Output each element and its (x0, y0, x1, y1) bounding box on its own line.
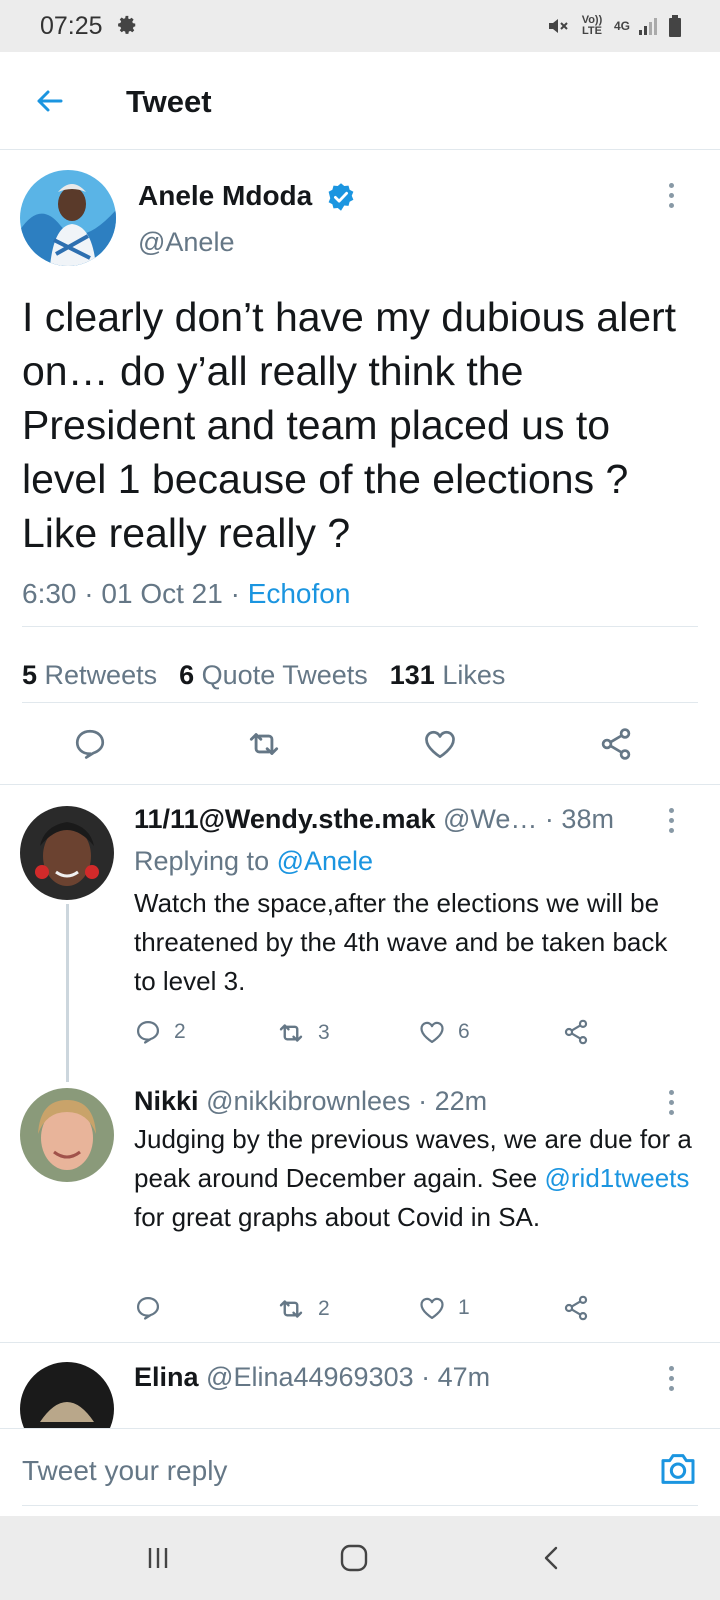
share-icon (564, 1295, 588, 1321)
app-header: Tweet (0, 52, 720, 150)
retweet-icon (279, 1024, 303, 1042)
reply-header: Elina @Elina44969303 · 47m (134, 1362, 491, 1392)
system-nav-bar (0, 1516, 720, 1600)
reply-time: 47m (437, 1362, 491, 1392)
retweet-button[interactable]: 2 (276, 1294, 330, 1324)
status-icons: Vo)) LTE 4G (546, 12, 682, 40)
page-title: Tweet (126, 84, 212, 119)
reply-text: Judging by the previous waves, we are du… (134, 1124, 692, 1232)
reply-button[interactable] (68, 722, 112, 766)
avatar[interactable] (20, 806, 114, 900)
mention-link[interactable]: @rid1tweets (545, 1163, 690, 1193)
reply-author-name[interactable]: Elina (134, 1362, 199, 1392)
avatar[interactable] (20, 170, 116, 266)
tweet-date: 01 Oct 21 (101, 578, 223, 609)
more-options-icon[interactable] (666, 1090, 676, 1115)
replying-to-link[interactable]: @Anele (277, 846, 373, 876)
battery-icon (669, 15, 681, 37)
verified-badge-icon (328, 183, 354, 211)
avatar[interactable] (20, 1088, 114, 1182)
comment-icon (136, 1296, 160, 1320)
divider (0, 1342, 720, 1343)
divider (22, 1505, 698, 1506)
recent-apps-icon (148, 1548, 168, 1568)
tweet-meta: 6:30 · 01 Oct 21 · Echofon (22, 578, 351, 609)
reply-author-handle[interactable]: @We… (443, 804, 537, 834)
retweet-count: 2 (318, 1297, 330, 1320)
status-bar: 07:25 Vo)) LTE 4G (0, 0, 720, 52)
reply-author-name[interactable]: Nikki (134, 1086, 199, 1116)
camera-icon[interactable] (658, 1449, 698, 1489)
reply-header: 11/11@Wendy.sthe.mak @We… · 38m (134, 804, 614, 834)
reply-text: Watch the space,after the elections we w… (134, 888, 668, 996)
divider (22, 702, 698, 703)
retweet-icon (249, 733, 279, 755)
retweet-count: 3 (318, 1021, 330, 1044)
divider (0, 784, 720, 785)
mute-icon (548, 19, 568, 33)
likes-stat[interactable]: 131 Likes (390, 660, 506, 690)
retweet-icon (279, 1300, 303, 1318)
tweet-source[interactable]: Echofon (248, 578, 351, 609)
retweets-stat[interactable]: 5 Retweets (22, 660, 157, 690)
reply-header: Nikki @nikkibrownlees · 22m (134, 1086, 488, 1116)
thread-line (66, 904, 69, 1082)
more-options-icon[interactable] (666, 808, 676, 833)
more-options-icon[interactable] (666, 183, 676, 208)
tweet-time: 6:30 (22, 578, 77, 609)
heart-icon (425, 730, 455, 759)
nav-back-button[interactable] (532, 1538, 572, 1578)
reply-count: 2 (174, 1020, 186, 1043)
share-button[interactable] (562, 1018, 590, 1046)
reply-author-handle[interactable]: @nikkibrownlees (206, 1086, 411, 1116)
reply-input[interactable]: Tweet your reply (22, 1455, 227, 1487)
status-time: 07:25 (40, 12, 103, 40)
gear-icon (118, 15, 136, 34)
tweet-stats: 5 Retweets 6 Quote Tweets 131 Likes (22, 660, 505, 691)
comment-icon (136, 1020, 160, 1044)
reply-author-handle[interactable]: @Elina44969303 (206, 1362, 414, 1392)
recent-apps-button[interactable] (138, 1538, 178, 1578)
chevron-left-icon (544, 1546, 558, 1570)
like-button[interactable] (418, 722, 462, 766)
reply-time: 22m (434, 1086, 488, 1116)
avatar-image (20, 806, 114, 900)
share-button[interactable] (562, 1294, 590, 1322)
home-icon (340, 1544, 368, 1572)
avatar-image (20, 170, 116, 266)
replying-to: Replying to @Anele (134, 846, 374, 876)
author-handle[interactable]: @Anele (138, 227, 234, 258)
back-button[interactable] (30, 82, 68, 120)
reply-time: 38m (561, 804, 614, 834)
reply-author-name[interactable]: 11/11@Wendy.sthe.mak (134, 804, 435, 834)
share-button[interactable] (594, 722, 638, 766)
avatar-image (20, 1088, 114, 1182)
4g-icon: 4G (613, 19, 630, 33)
like-count: 6 (458, 1020, 470, 1043)
reply-composer: Tweet your reply (0, 1428, 720, 1514)
reply-button[interactable] (134, 1294, 162, 1322)
volte-icon: Vo)) LTE (581, 14, 603, 37)
author-name[interactable]: Anele Mdoda (138, 180, 312, 212)
share-icon (564, 1019, 588, 1045)
like-button[interactable]: 6 (418, 1018, 470, 1046)
reply-button[interactable]: 2 (134, 1018, 186, 1046)
like-count: 1 (458, 1296, 470, 1319)
comment-icon (75, 729, 105, 759)
tweet-text: I clearly don’t have my dubious alert on… (22, 294, 677, 556)
arrow-left-icon (37, 90, 63, 112)
divider (22, 626, 698, 627)
quotes-stat[interactable]: 6 Quote Tweets (179, 660, 368, 690)
heart-icon (420, 1021, 444, 1044)
retweet-button[interactable]: 3 (276, 1018, 330, 1048)
home-button[interactable] (334, 1538, 374, 1578)
heart-icon (420, 1297, 444, 1320)
signal-icon (639, 18, 657, 35)
share-icon (601, 728, 631, 760)
retweet-button[interactable] (242, 722, 286, 766)
more-options-icon[interactable] (666, 1366, 676, 1391)
like-button[interactable]: 1 (418, 1294, 470, 1322)
